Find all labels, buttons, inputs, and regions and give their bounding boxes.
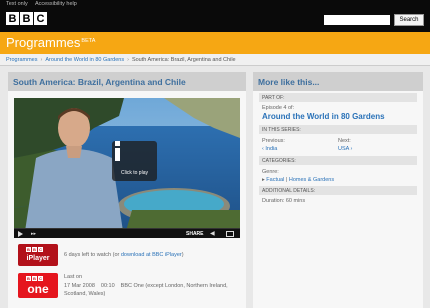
breadcrumb-current: South America: Brazil, Argentina and Chi… [131,57,236,63]
one-name: one [27,282,49,296]
previous-block: Previous: ‹ India [262,137,338,154]
part-of-label: PART OF: [259,93,417,102]
genre-block: Genre: ▸ Factual | Homes & Gardens [259,165,417,187]
iplayer-row: BBC iPlayer 6 days left to watch (or dow… [18,244,240,266]
fast-forward-icon[interactable]: ▸▸ [31,231,36,237]
genre-separator: | [285,176,288,183]
previous-episode-link[interactable]: ‹ India [262,146,277,152]
previous-label: Previous: [262,138,285,144]
info-icon [115,141,120,161]
episode-title: South America: Brazil, Argentina and Chi… [8,72,246,91]
download-link[interactable]: download at BBC iPlayer [121,252,182,258]
genre-label: Genre: [262,168,279,175]
badge-bbc-mini: BBC [26,247,43,252]
click-to-play-label: Click to play [121,170,148,176]
search-button[interactable]: Search [394,14,424,26]
duration: Duration: 60 mins [262,198,306,204]
programmes-title[interactable]: ProgrammesBETA [6,35,95,50]
series-title-link[interactable]: Around the World in 80 Gardens [259,111,417,125]
episode-number: Episode 4 of: [262,105,295,111]
breadcrumb-programmes[interactable]: Programmes [6,57,37,63]
play-icon[interactable] [18,231,23,237]
broadcast-date: 17 Mar 2008 [64,282,95,289]
episode-navigation: Previous: ‹ India Next: USA › [259,134,417,156]
open-paren: (or [112,252,121,258]
next-block: Next: USA › [338,137,414,154]
next-episode-link[interactable]: USA › [338,146,352,152]
more-like-this-panel: More like this... PART OF: Episode 4 of:… [253,72,423,308]
availability-text: 6 days left to watch (or download at BBC… [64,244,184,260]
genre-arrow: ▸ [262,176,265,183]
fullscreen-icon[interactable] [226,231,234,237]
text-only-link[interactable]: Text only [6,1,28,7]
logo-letter: C [34,12,47,25]
genre-factual-link[interactable]: Factual [266,177,284,183]
masthead: Text only Accessibility help B B C Searc… [0,0,430,32]
badge-bbc-mini: BBC [26,276,43,281]
last-on-label: Last on [64,274,83,280]
close-paren: ) [181,252,184,258]
broadcast-text: Last on 17 Mar 2008 00:10 BBC One (except … [64,273,240,299]
broadcast-time: 00:10 [100,282,115,289]
volume-icon[interactable]: ◀ [210,230,215,237]
beta-tag: BETA [81,37,96,44]
logo-letter: B [6,12,19,25]
next-label: Next: [338,138,351,144]
accessibility-help-link[interactable]: Accessibility help [35,1,77,7]
logo-letter: B [20,12,33,25]
broadcast-details: 17 Mar 2008 00:10 BBC One (except London, … [64,282,240,299]
bbc-one-badge[interactable]: BBC one [18,273,58,298]
categories-label: CATEGORIES: [259,155,417,165]
breadcrumb: Programmes › Around the World in 80 Garden… [0,54,430,66]
player-controls: ▸▸ SHARE ◀ [14,228,240,238]
programmes-title-text: Programmes [6,35,81,50]
days-left: 6 days left to watch [64,252,112,258]
play-overlay[interactable]: Click to play [112,141,157,181]
bbc-logo[interactable]: B B C [6,12,47,25]
breadcrumb-separator: › [127,57,129,63]
share-button[interactable]: SHARE [186,231,204,237]
programmes-banner: ProgrammesBETA [0,32,430,54]
bbc-iplayer-badge[interactable]: BBC iPlayer [18,244,58,266]
additional-details-label: ADDITIONAL DETAILS: [259,186,417,195]
video-player[interactable]: Click to play ▸▸ SHARE ◀ [14,98,240,238]
breadcrumb-series[interactable]: Around the World in 80 Gardens [45,57,124,63]
utility-links: Text only Accessibility help [6,1,83,7]
broadcast-row: BBC one Last on 17 Mar 2008 00:10 BBC One … [18,273,240,299]
search-input[interactable] [324,15,390,25]
genre-homes-gardens-link[interactable]: Homes & Gardens [289,177,334,183]
breadcrumb-separator: › [40,57,43,63]
in-series-label: IN THIS SERIES: [259,125,417,134]
more-like-this-title: More like this... [253,72,423,91]
related-info: PART OF: Episode 4 of: Around the World … [259,93,417,207]
iplayer-name: iPlayer [26,255,50,262]
episode-panel: South America: Brazil, Argentina and Chi… [8,72,246,308]
